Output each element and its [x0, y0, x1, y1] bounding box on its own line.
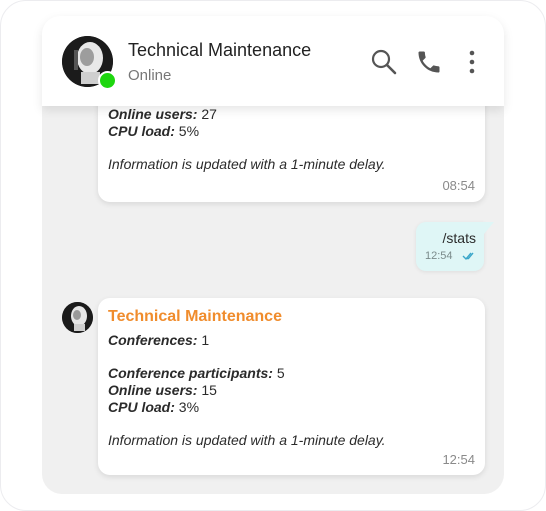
- search-icon: [371, 49, 397, 75]
- cpu-load-line: CPU load: 5%: [108, 123, 199, 140]
- message-card-stats: Technical Maintenance Conferences: 1 Con…: [98, 298, 485, 475]
- cpu-load-label: CPU load:: [108, 399, 175, 415]
- cpu-load-value: 5%: [178, 123, 200, 139]
- phone-icon: [418, 51, 440, 73]
- online-status-dot: [98, 71, 117, 90]
- online-users-value: 27: [201, 106, 217, 122]
- message-time: 12:54: [442, 452, 475, 467]
- sender-name: Technical Maintenance: [108, 308, 282, 325]
- cpu-load-line: CPU load: 3%: [108, 399, 199, 416]
- conferences-line: Conferences: 1: [108, 332, 209, 349]
- chat-status: Online: [128, 67, 172, 84]
- conferences-label: Conferences:: [108, 332, 198, 348]
- double-check-icon: [462, 252, 474, 261]
- robot-avatar-icon: [62, 302, 93, 333]
- online-users-line: Online users: 27: [108, 106, 217, 123]
- outgoing-message-bubble: /stats 12:54: [416, 222, 484, 271]
- update-note: Information is updated with a 1-minute d…: [108, 156, 386, 172]
- call-button[interactable]: [415, 48, 443, 76]
- online-users-label: Online users:: [108, 382, 198, 398]
- search-button[interactable]: [370, 48, 398, 76]
- bot-avatar-small[interactable]: [62, 302, 93, 333]
- participants-line: Conference participants: 5: [108, 365, 285, 382]
- outgoing-message-time: 12:54: [425, 250, 453, 262]
- online-users-value: 15: [201, 382, 217, 398]
- participants-value: 5: [276, 365, 285, 381]
- outgoing-bubble-tail: [484, 222, 494, 234]
- chat-title: Technical Maintenance: [128, 40, 312, 60]
- online-users-line: Online users: 15: [108, 382, 217, 399]
- conferences-value: 1: [201, 332, 210, 348]
- chat-header: Technical Maintenance Online: [42, 16, 504, 106]
- more-options-button[interactable]: [458, 48, 486, 76]
- cpu-load-value: 3%: [178, 399, 200, 415]
- cpu-load-label: CPU load:: [108, 123, 175, 139]
- more-vertical-icon: [469, 50, 475, 74]
- online-users-label: Online users:: [108, 106, 198, 122]
- update-note: Information is updated with a 1-minute d…: [108, 432, 386, 448]
- outgoing-message-text: /stats: [442, 230, 476, 246]
- message-time: 08:54: [442, 178, 475, 193]
- participants-label: Conference participants:: [108, 365, 273, 381]
